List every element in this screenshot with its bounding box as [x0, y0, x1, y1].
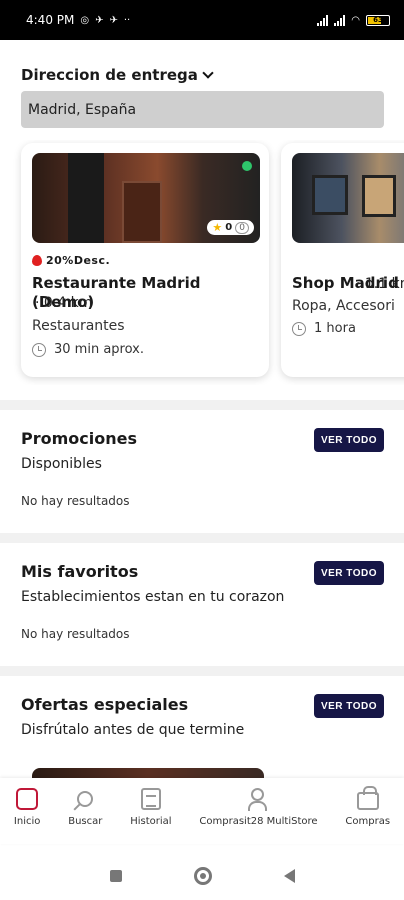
store-card[interactable]: ★ 0 0 20%Desc. Restaurante Madrid (Demo)…: [21, 143, 269, 377]
store-card[interactable]: Shop Madrid E (Demo) · 1.1 km Ropa, Acce…: [281, 143, 404, 377]
section-subtitle: Disponibles: [21, 456, 102, 472]
chevron-down-icon: [202, 67, 214, 79]
nav-history[interactable]: Historial: [130, 786, 172, 827]
notification-icon: ✈: [95, 14, 104, 26]
online-status-dot: [242, 161, 252, 171]
nav-home[interactable]: Inicio: [14, 786, 40, 827]
rating-value: 0: [225, 222, 233, 233]
store-distance: · 0.4 km: [35, 295, 93, 311]
nav-label: Compras: [345, 816, 391, 827]
nav-label: Inicio: [13, 816, 41, 827]
recent-apps-icon[interactable]: [109, 870, 122, 882]
battery-icon: 63: [366, 14, 390, 26]
shopping-bag-icon: [356, 786, 379, 810]
nav-label: Buscar: [68, 816, 103, 827]
whatsapp-icon: ◎: [80, 14, 90, 26]
delivery-time-text: 1 hora: [314, 321, 356, 336]
special-offers-section: Ofertas especiales VER TODO Disfrútalo a…: [0, 676, 404, 768]
address-field[interactable]: Madrid, España: [21, 91, 384, 128]
store-distance: · 1.1 km: [356, 276, 404, 292]
section-title: Promociones: [21, 429, 137, 448]
section-divider: [0, 400, 404, 410]
home-icon: [16, 788, 39, 810]
discount-text: 20%Desc.: [46, 254, 111, 267]
clock-icon: [292, 321, 306, 336]
nav-label: Comprasit28 MultiStore: [199, 816, 318, 827]
search-icon: [77, 791, 94, 807]
status-time: 4:40 PM: [26, 13, 75, 27]
nav-purchases[interactable]: Compras: [345, 786, 390, 827]
store-image: [292, 153, 404, 243]
status-bar: 4:40 PM ◎ ✈ ✈ ·· ◠ 63: [0, 0, 404, 40]
bottom-navigation: Inicio Buscar Historial Comprasit28 Mult…: [0, 778, 404, 844]
promotions-section: Promociones VER TODO Disponibles No hay …: [0, 410, 404, 530]
nav-search[interactable]: Buscar: [68, 786, 102, 827]
empty-results-text: No hay resultados: [21, 494, 130, 508]
delivery-address-label: Direccion de entrega: [21, 66, 198, 84]
clock-icon: [32, 342, 46, 357]
store-category: Restaurantes: [32, 318, 125, 334]
see-all-favorites-button[interactable]: VER TODO: [314, 561, 384, 585]
rating-count: 0: [235, 221, 249, 234]
signal-icon: [317, 14, 329, 26]
notification-icon: ✈: [109, 14, 118, 26]
delivery-address-dropdown[interactable]: Direccion de entrega: [21, 66, 214, 84]
delivery-time: 1 hora: [292, 321, 356, 336]
store-carousel[interactable]: ★ 0 0 20%Desc. Restaurante Madrid (Demo)…: [0, 140, 404, 385]
section-title: Ofertas especiales: [21, 695, 189, 714]
section-divider: [0, 533, 404, 543]
nav-multistore[interactable]: Comprasit28 MultiStore: [199, 786, 318, 827]
rating-badge: ★ 0 0: [207, 220, 254, 235]
empty-results-text: No hay resultados: [21, 627, 130, 641]
home-button-icon[interactable]: [193, 867, 212, 885]
discount-badge: 20%Desc.: [32, 254, 110, 267]
store-category: Ropa, Accesori: [292, 298, 395, 314]
more-icon: ··: [123, 14, 131, 26]
system-navigation-bar: [0, 852, 404, 900]
section-subtitle: Disfrútalo antes de que termine: [21, 722, 245, 738]
history-icon: [140, 788, 161, 810]
signal-icon: [334, 14, 346, 26]
delivery-time: 30 min aprox.: [32, 342, 144, 357]
offer-card-image[interactable]: [32, 768, 264, 778]
battery-level: 63: [373, 16, 383, 24]
store-image: ★ 0 0: [32, 153, 260, 243]
see-all-offers-button[interactable]: VER TODO: [314, 694, 384, 718]
delivery-time-text: 30 min aprox.: [54, 342, 144, 357]
star-icon: ★: [212, 221, 223, 234]
user-list-icon: [247, 788, 269, 811]
nav-label: Historial: [130, 816, 172, 827]
back-icon[interactable]: [283, 869, 295, 883]
wifi-icon: ◠: [351, 14, 360, 26]
see-all-promotions-button[interactable]: VER TODO: [314, 428, 384, 452]
section-divider: [0, 666, 404, 676]
section-subtitle: Establecimientos estan en tu corazon: [21, 589, 285, 605]
section-title: Mis favoritos: [21, 562, 139, 581]
favorites-section: Mis favoritos VER TODO Establecimientos …: [0, 543, 404, 663]
discount-icon: [32, 255, 42, 266]
